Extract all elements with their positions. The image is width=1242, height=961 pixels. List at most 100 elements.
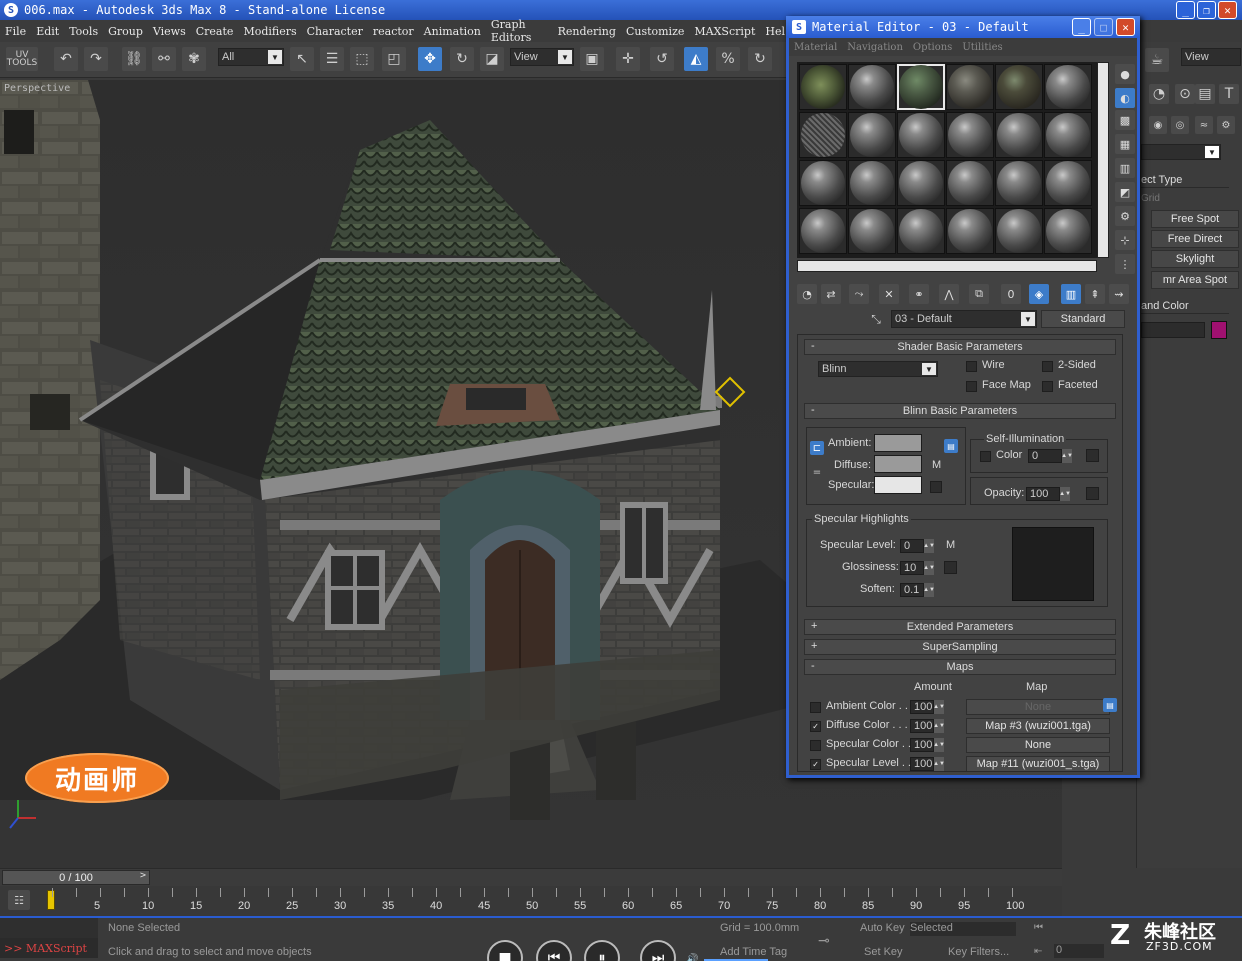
map-amount-spinner[interactable]: 100 ▲▼: [910, 719, 945, 733]
app-icon[interactable]: S: [4, 3, 18, 17]
maps-lock-icon[interactable]: ▤: [1103, 698, 1117, 712]
me-maximize-button[interactable]: □: [1094, 18, 1113, 36]
uv-tools-button[interactable]: UV TOOLS: [6, 47, 38, 71]
specular-map-button[interactable]: [930, 481, 942, 493]
track-bar[interactable]: ☷ 5 10 15 20 25 30 35 40 45 50 55 60 65 70 75 80 85 90 95 1…: [0, 886, 1062, 916]
sample-slot[interactable]: [1044, 160, 1092, 206]
spinner-arrows-icon[interactable]: ▲▼: [923, 583, 935, 597]
supersampling-rollout[interactable]: + SuperSampling: [804, 639, 1116, 655]
sample-slot[interactable]: [799, 64, 847, 110]
map-enable-checkbox[interactable]: [810, 740, 821, 751]
time-slider-thumb[interactable]: 0 / 100: [2, 870, 150, 885]
menu-animation[interactable]: Animation: [419, 25, 486, 38]
undo-icon[interactable]: ↶: [54, 47, 78, 71]
lock-diffuse-map-icon[interactable]: ▤: [944, 439, 958, 453]
sample-slot[interactable]: [848, 160, 896, 206]
sample-slot[interactable]: [946, 160, 994, 206]
material-effects-channel-icon[interactable]: 0: [1001, 284, 1021, 304]
teapot-icon[interactable]: ☕: [1145, 48, 1169, 72]
sample-slot[interactable]: [799, 160, 847, 206]
menu-maxscript[interactable]: MAXScript: [689, 25, 760, 38]
map-amount-spinner[interactable]: 100 ▲▼: [910, 700, 945, 714]
go-forward-sibling-icon[interactable]: ⇝: [1109, 284, 1129, 304]
pick-material-icon[interactable]: ⤡: [867, 310, 885, 328]
menu-create[interactable]: Create: [191, 25, 239, 38]
uv-tiling-icon[interactable]: ▦: [1115, 134, 1135, 154]
angle-snap-icon[interactable]: ◭: [684, 47, 708, 71]
bind-spacewarp-icon[interactable]: ✾: [182, 47, 206, 71]
next-frame-button[interactable]: ⏭: [640, 940, 676, 961]
wire-checkbox[interactable]: [966, 361, 977, 372]
menu-views[interactable]: Views: [148, 25, 191, 38]
me-menu-material[interactable]: Material: [789, 42, 842, 53]
sample-type-icon[interactable]: ●: [1115, 64, 1135, 84]
specular-level-map-button[interactable]: M: [946, 539, 955, 551]
go-to-parent-icon[interactable]: ⇞: [1085, 284, 1105, 304]
spinner-arrows-icon[interactable]: ▲▼: [923, 561, 935, 575]
self-illum-map-button[interactable]: [1086, 449, 1099, 462]
map-slot-button[interactable]: None: [966, 737, 1110, 753]
opacity-spinner[interactable]: 100 ▲▼: [1026, 487, 1071, 501]
sample-slot[interactable]: [946, 64, 994, 110]
spinner-arrows-icon[interactable]: ▲▼: [933, 757, 945, 771]
map-slot-button[interactable]: Map #3 (wuzi001.tga): [966, 718, 1110, 734]
map-amount-spinner[interactable]: 100 ▲▼: [910, 757, 945, 771]
current-frame-field[interactable]: 0: [1054, 944, 1104, 958]
volume-icon[interactable]: 🔊: [686, 954, 698, 961]
diffuse-color-swatch[interactable]: [874, 455, 922, 473]
auto-key-button[interactable]: Auto Key: [860, 922, 905, 934]
mr-area-spot-button[interactable]: mr Area Spot: [1151, 271, 1239, 289]
map-enable-checkbox[interactable]: ✓: [810, 721, 821, 732]
menu-edit[interactable]: Edit: [31, 25, 64, 38]
spinner-arrows-icon[interactable]: ▲▼: [1061, 449, 1073, 463]
slots-horizontal-scrollbar[interactable]: [797, 260, 1097, 272]
modify-icon[interactable]: ◔: [1149, 84, 1169, 104]
select-by-name-icon[interactable]: ☰: [320, 47, 344, 71]
menu-modifiers[interactable]: Modifiers: [238, 25, 301, 38]
make-preview-icon[interactable]: ◩: [1115, 182, 1135, 202]
sample-slot[interactable]: [897, 112, 945, 158]
get-material-icon[interactable]: ◔: [797, 284, 817, 304]
show-map-in-viewport-icon[interactable]: ◈: [1029, 284, 1049, 304]
close-button[interactable]: ✕: [1218, 1, 1237, 19]
select-by-material-icon[interactable]: ⊹: [1115, 230, 1135, 250]
selection-set-dropdown[interactable]: Selected: [910, 922, 1016, 936]
sample-slot[interactable]: [1044, 64, 1092, 110]
restore-button[interactable]: ❐: [1197, 1, 1216, 19]
listener-mini[interactable]: [0, 918, 98, 938]
go-to-start-icon[interactable]: ⏮: [1034, 922, 1043, 933]
make-unique-icon[interactable]: ⋀: [939, 284, 959, 304]
lock-ambient-diffuse-icon[interactable]: ⊏: [810, 441, 824, 455]
display-icon[interactable]: ▤: [1195, 84, 1215, 104]
map-enable-checkbox[interactable]: [810, 702, 821, 713]
sample-slot-selected[interactable]: [897, 64, 945, 110]
stop-button[interactable]: ■: [487, 940, 523, 961]
rect-selection-icon[interactable]: ⬚: [350, 47, 374, 71]
background-icon[interactable]: ▩: [1115, 110, 1135, 130]
options-icon[interactable]: ⚙: [1115, 206, 1135, 226]
self-illum-color-checkbox[interactable]: [980, 451, 991, 462]
previous-frame-button[interactable]: ⏮: [536, 940, 572, 961]
sample-slot[interactable]: [995, 112, 1043, 158]
geometry-icon[interactable]: ◉: [1149, 116, 1167, 134]
menu-customize[interactable]: Customize: [621, 25, 689, 38]
map-slot-button[interactable]: Map #11 (wuzi001_s.tga): [966, 756, 1110, 771]
percent-snap-icon[interactable]: %: [716, 47, 740, 71]
link-icon[interactable]: ⛓: [122, 47, 146, 71]
sample-slot[interactable]: [1044, 208, 1092, 254]
glossiness-map-button[interactable]: [944, 561, 957, 574]
sample-slot[interactable]: [946, 112, 994, 158]
show-end-result-icon[interactable]: ▥: [1061, 284, 1081, 304]
me-minimize-button[interactable]: _: [1072, 18, 1091, 36]
minimize-button[interactable]: _: [1176, 1, 1195, 19]
assign-material-icon[interactable]: ⤳: [849, 284, 869, 304]
me-close-button[interactable]: ✕: [1116, 18, 1135, 36]
lights-icon[interactable]: ≈: [1195, 116, 1213, 134]
skylight-button[interactable]: Skylight: [1151, 250, 1239, 268]
sample-slot[interactable]: [799, 208, 847, 254]
menu-rendering[interactable]: Rendering: [553, 25, 621, 38]
spinner-arrows-icon[interactable]: ▲▼: [933, 700, 945, 714]
time-slider[interactable]: < 0 / 100 >: [0, 868, 1062, 886]
menu-group[interactable]: Group: [103, 25, 148, 38]
viewport-label[interactable]: Perspective: [4, 83, 70, 94]
